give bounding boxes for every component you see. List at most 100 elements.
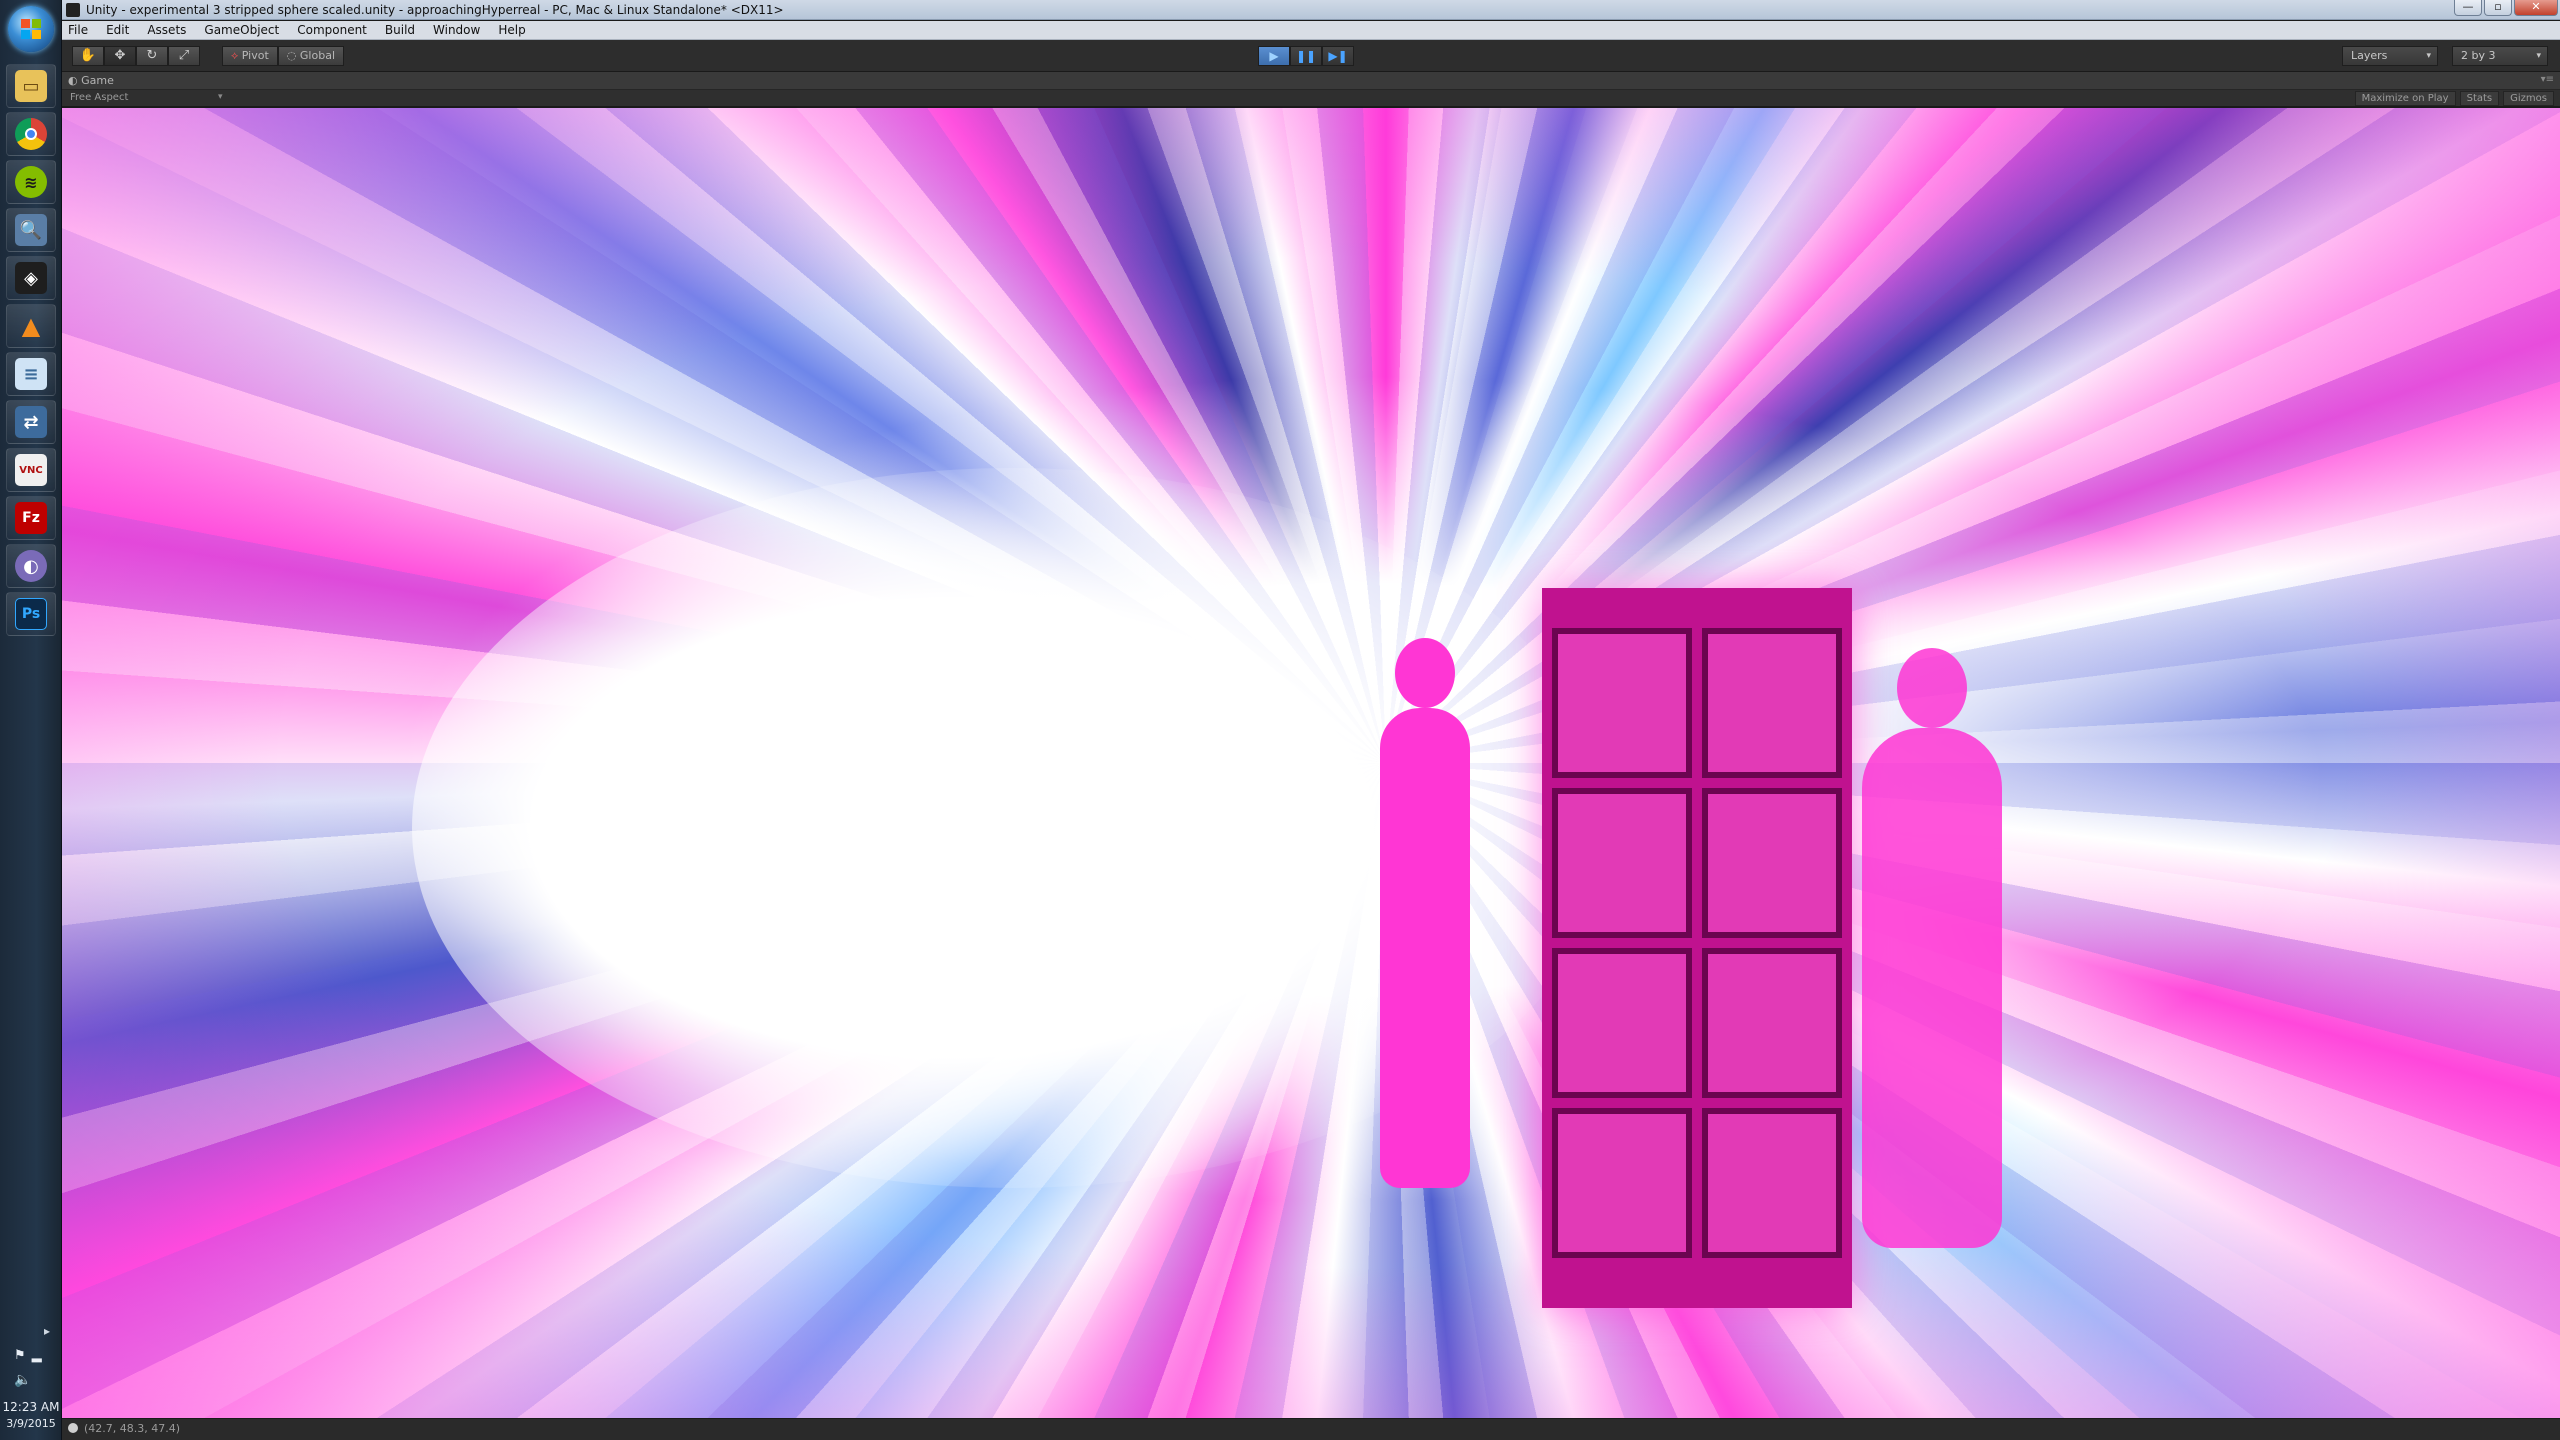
- layout-dropdown[interactable]: 2 by 3 ▾: [2452, 46, 2548, 66]
- spotify-icon: ≋: [15, 166, 47, 198]
- taskbar-vnc[interactable]: VNC: [6, 448, 56, 492]
- hand-tool-icon[interactable]: ✋: [72, 46, 104, 66]
- photoshop-icon: Ps: [15, 598, 47, 630]
- volume-icon[interactable]: 🔈: [14, 1372, 31, 1388]
- cabinet-cell: [1702, 788, 1842, 938]
- windows-flag-icon: [21, 19, 41, 39]
- network-icon: ⇄: [15, 406, 47, 438]
- unity-toolbar: ✋ ✥ ↻ ⤢ ⟡ Pivot ◌ Global ▶ ❚❚ ▶❚ Layers ▾…: [62, 40, 2560, 72]
- taskbar-filezilla[interactable]: Fz: [6, 496, 56, 540]
- folder-icon: ▭: [15, 70, 47, 102]
- unity-icon: ◈: [15, 262, 47, 294]
- taskbar-notepad[interactable]: ≡: [6, 352, 56, 396]
- status-bar[interactable]: (42.7, 48.3, 47.4): [62, 1418, 2560, 1440]
- scale-tool-icon[interactable]: ⤢: [168, 46, 200, 66]
- taskbar-vlc[interactable]: ▲: [6, 304, 56, 348]
- layout-label: 2 by 3: [2461, 49, 2496, 62]
- tray-network-flag-icons[interactable]: ⚑▂: [14, 1348, 48, 1363]
- global-icon: ◌: [286, 49, 297, 62]
- cabinet-object: [1542, 588, 1852, 1308]
- menu-bar: File Edit Assets GameObject Component Bu…: [62, 21, 2560, 40]
- menu-help[interactable]: Help: [498, 23, 525, 37]
- cabinet-cell: [1702, 628, 1842, 778]
- game-tab-row: ◐ Game ▾≡: [62, 72, 2560, 90]
- aspect-caret-icon: ▾: [218, 92, 223, 102]
- game-viewport[interactable]: [62, 108, 2560, 1418]
- unity-window-icon: [66, 3, 80, 17]
- magenta-vignette: [62, 108, 2560, 1418]
- taskbar-app[interactable]: ◐: [6, 544, 56, 588]
- pivot-label: Pivot: [241, 49, 269, 62]
- clock-time[interactable]: 12:23 AM: [0, 1400, 62, 1414]
- game-tab-icon: ◐: [68, 74, 78, 87]
- taskbar-photoshop[interactable]: Ps: [6, 592, 56, 636]
- caret-down-icon: ▾: [2426, 51, 2431, 61]
- cabinet-cell: [1552, 948, 1692, 1098]
- menu-component[interactable]: Component: [297, 23, 367, 37]
- cabinet-cell: [1552, 628, 1692, 778]
- taskbar-unity[interactable]: ◈: [6, 256, 56, 300]
- start-button[interactable]: [8, 6, 54, 52]
- cabinet-cell: [1702, 1108, 1842, 1258]
- window-titlebar[interactable]: Unity - experimental 3 stripped sphere s…: [62, 0, 2560, 20]
- info-icon: [68, 1423, 78, 1433]
- menu-window[interactable]: Window: [433, 23, 480, 37]
- chrome-icon: [15, 118, 47, 150]
- menu-assets[interactable]: Assets: [147, 23, 186, 37]
- pivot-toggle[interactable]: ⟡ Pivot: [222, 46, 278, 66]
- pivot-icon: ⟡: [231, 49, 239, 62]
- rotate-tool-icon[interactable]: ↻: [136, 46, 168, 66]
- move-tool-icon[interactable]: ✥: [104, 46, 136, 66]
- cabinet-cell: [1552, 788, 1692, 938]
- global-toggle[interactable]: ◌ Global: [277, 46, 344, 66]
- panel-menu-icon[interactable]: ▾≡: [2541, 74, 2554, 85]
- status-text: (42.7, 48.3, 47.4): [84, 1422, 181, 1435]
- window-title: Unity - experimental 3 stripped sphere s…: [86, 3, 784, 17]
- taskbar-chrome[interactable]: [6, 112, 56, 156]
- app-globe-icon: ◐: [15, 550, 47, 582]
- layers-label: Layers: [2351, 49, 2388, 62]
- taskbar-explorer[interactable]: ▭: [6, 64, 56, 108]
- tray-expand-icon[interactable]: ▸: [44, 1324, 50, 1338]
- system-tray: ▸ ⚑▂ 🔈 12:23 AM 3/9/2015: [0, 1320, 62, 1440]
- cabinet-cell: [1702, 948, 1842, 1098]
- clock-date[interactable]: 3/9/2015: [0, 1417, 62, 1430]
- aspect-dropdown[interactable]: Free Aspect: [70, 92, 128, 103]
- taskbar-network[interactable]: ⇄: [6, 400, 56, 444]
- figure-head: [1897, 648, 1967, 728]
- taskbar-search-app[interactable]: 🔍: [6, 208, 56, 252]
- caret-down-icon: ▾: [2536, 51, 2541, 61]
- menu-file[interactable]: File: [68, 23, 88, 37]
- pivot-toggles: ⟡ Pivot ◌ Global: [222, 46, 344, 66]
- figure-head: [1395, 638, 1455, 708]
- menu-gameobject[interactable]: GameObject: [204, 23, 279, 37]
- maximize-button[interactable]: ▫: [2484, 0, 2512, 16]
- vnc-icon: VNC: [15, 454, 47, 486]
- playback-controls: ▶ ❚❚ ▶❚: [1258, 46, 1354, 66]
- game-tab-label: Game: [81, 74, 114, 87]
- menu-edit[interactable]: Edit: [106, 23, 129, 37]
- pause-button[interactable]: ❚❚: [1290, 46, 1322, 66]
- minimize-button[interactable]: —: [2454, 0, 2482, 16]
- maximize-on-play-toggle[interactable]: Maximize on Play: [2354, 91, 2456, 106]
- game-tab[interactable]: ◐ Game: [68, 74, 114, 87]
- close-button[interactable]: ✕: [2514, 0, 2558, 16]
- game-view-controls: Free Aspect ▾ Maximize on Play Stats Giz…: [62, 90, 2560, 107]
- windows-taskbar: ▭ ≋ 🔍 ◈ ▲ ≡ ⇄ VNC Fz ◐ Ps ▸ ⚑▂ 🔈 12:23 A…: [0, 0, 62, 1440]
- step-button[interactable]: ▶❚: [1322, 46, 1354, 66]
- stats-toggle[interactable]: Stats: [2459, 91, 2500, 106]
- layers-dropdown[interactable]: Layers ▾: [2342, 46, 2438, 66]
- menu-build[interactable]: Build: [385, 23, 415, 37]
- magnifier-app-icon: 🔍: [15, 214, 47, 246]
- gizmos-dropdown[interactable]: Gizmos: [2503, 91, 2554, 106]
- human-figure-right: [1862, 648, 2002, 1248]
- filezilla-icon: Fz: [15, 502, 47, 534]
- play-button[interactable]: ▶: [1258, 46, 1290, 66]
- cabinet-cell: [1552, 1108, 1692, 1258]
- global-label: Global: [299, 49, 335, 62]
- notepad-icon: ≡: [15, 358, 47, 390]
- transform-tools: ✋ ✥ ↻ ⤢: [72, 46, 200, 66]
- taskbar-spotify[interactable]: ≋: [6, 160, 56, 204]
- vlc-cone-icon: ▲: [21, 312, 41, 340]
- human-figure-left: [1380, 638, 1470, 1188]
